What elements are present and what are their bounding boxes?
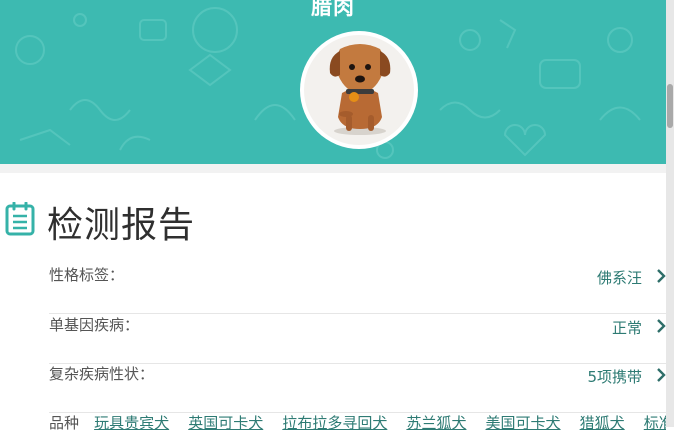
row-value: 佛系汪 <box>596 269 642 287</box>
breed-list: 品种 玩具贵宾犬 英国可卡犬 拉布拉多寻回犬 苏兰狐犬 美国可卡犬 猎狐犬 标准 <box>49 412 666 442</box>
breed-tag[interactable]: 猎狐犬 <box>580 414 625 432</box>
page-scrollbar[interactable] <box>666 0 674 427</box>
section-divider <box>0 164 666 173</box>
row-value: 5项携带 <box>587 368 642 386</box>
row-monogenic-disease[interactable]: 单基因疾病： 正常 <box>49 314 666 364</box>
breed-tag[interactable]: 苏兰狐犬 <box>406 414 466 432</box>
profile-banner: 腊肉 <box>0 0 666 164</box>
chevron-right-icon <box>657 269 666 283</box>
pet-avatar[interactable] <box>300 31 418 149</box>
row-label: 性格标签： <box>49 266 125 284</box>
report-title: 检测报告 <box>47 205 196 246</box>
breed-tag[interactable]: 拉布拉多寻回犬 <box>282 414 387 432</box>
avatar-photo <box>304 35 414 145</box>
breed-tag[interactable]: 标准 <box>644 414 666 432</box>
row-personality-tag[interactable]: 性格标签： 佛系汪 <box>49 264 666 314</box>
breed-tag[interactable]: 英国可卡犬 <box>188 414 263 432</box>
row-complex-disease[interactable]: 复杂疾病性状： 5项携带 <box>49 363 666 413</box>
chevron-right-icon <box>657 319 666 333</box>
clipboard-icon <box>5 202 35 236</box>
breed-tag[interactable]: 美国可卡犬 <box>486 414 561 432</box>
pet-name: 腊肉 <box>311 0 355 19</box>
row-value: 正常 <box>611 319 642 337</box>
breed-label: 品种 <box>49 414 80 432</box>
breed-tag[interactable]: 玩具贵宾犬 <box>94 414 169 432</box>
row-label: 单基因疾病： <box>49 316 140 334</box>
row-label: 复杂疾病性状： <box>49 365 155 383</box>
dachshund-icon <box>329 44 391 135</box>
scrollbar-thumb[interactable] <box>667 84 673 128</box>
chevron-right-icon <box>657 368 666 382</box>
